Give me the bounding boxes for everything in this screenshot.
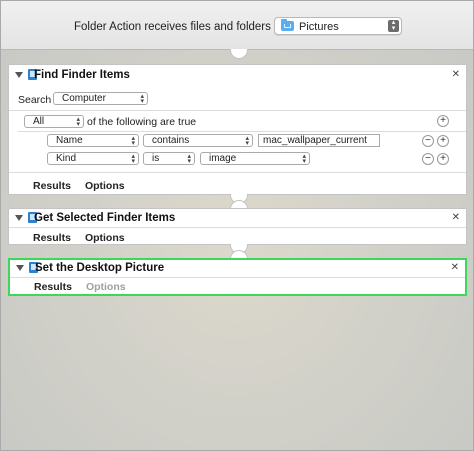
rule-value-popup-value: image [209,153,237,164]
tab-options[interactable]: Options [86,281,126,293]
chevron-updown-icon: ▴ ▾ [187,153,191,165]
close-icon[interactable]: ✕ [452,212,460,223]
close-icon[interactable]: ✕ [451,262,459,273]
divider [10,277,465,278]
divider [9,172,466,173]
action-title: Find Finder Items [34,69,130,81]
connector-notch [230,49,248,59]
chevron-updown-icon: ▴ ▾ [131,135,135,147]
add-rule-button[interactable]: + [437,135,449,147]
action-tabs: Results Options [33,232,139,244]
action-title: Get Selected Finder Items [34,212,176,224]
tab-results[interactable]: Results [33,180,71,192]
workflow-header: Folder Action receives files and folders… [1,1,473,50]
action-set-desktop-picture[interactable]: Set the Desktop Picture ✕ Results Options [8,258,467,296]
divider [18,131,466,132]
folder-icon [281,19,294,31]
remove-rule-button[interactable]: − [422,135,434,147]
match-mode-value: All [33,116,45,127]
match-mode-popup[interactable]: All ▴ ▾ [24,115,84,128]
divider [9,227,466,228]
workflow-window: Folder Action receives files and folders… [0,0,474,451]
rule-field-popup[interactable]: Kind ▴ ▾ [47,152,139,165]
rule-value-field[interactable]: mac_wallpaper_current [258,134,380,147]
folder-select[interactable]: Pictures ▴ ▾ [274,17,402,35]
add-rule-button[interactable]: + [437,153,449,165]
chevron-updown-icon: ▴ ▾ [140,93,144,105]
rule-operator-popup[interactable]: is ▴ ▾ [143,152,195,165]
rule-operator-value: is [152,153,160,164]
action-tabs: Results Options [33,180,139,192]
rule-operator-value: contains [152,135,190,146]
add-rule-button[interactable]: + [437,115,449,127]
action-tabs: Results Options [34,281,140,293]
folder-select-value: Pictures [299,21,339,33]
collapse-triangle-icon[interactable] [15,215,23,221]
rule-operator-popup[interactable]: contains ▴ ▾ [143,134,253,147]
action-get-selected-finder-items[interactable]: Get Selected Finder Items ✕ Results Optio… [8,208,467,245]
collapse-triangle-icon[interactable] [16,265,24,271]
remove-rule-button[interactable]: − [422,153,434,165]
chevron-updown-icon: ▴ ▾ [131,153,135,165]
rule-field-value: Kind [56,153,77,164]
divider [9,110,466,111]
chevron-updown-icon: ▴ ▾ [245,135,249,147]
search-label: Search [18,94,52,106]
search-scope-popup[interactable]: Computer ▴ ▾ [53,92,148,105]
updown-icon: ▴ ▾ [388,19,399,32]
collapse-triangle-icon[interactable] [15,72,23,78]
tab-results[interactable]: Results [34,281,72,293]
chevron-updown-icon: ▴ ▾ [76,116,80,128]
search-scope-value: Computer [62,93,106,104]
rule-field-popup[interactable]: Name ▴ ▾ [47,134,139,147]
rule-value-popup[interactable]: image ▴ ▾ [200,152,310,165]
rule-field-value: Name [56,135,83,146]
tab-results[interactable]: Results [33,232,71,244]
action-find-finder-items[interactable]: Find Finder Items ✕ Search Computer ▴ ▾ A… [8,64,467,195]
chevron-updown-icon: ▴ ▾ [302,153,306,165]
close-icon[interactable]: ✕ [452,69,460,80]
match-suffix-label: of the following are true [87,116,197,128]
tab-options[interactable]: Options [85,232,125,244]
tab-options[interactable]: Options [85,180,125,192]
action-title: Set the Desktop Picture [35,262,165,274]
